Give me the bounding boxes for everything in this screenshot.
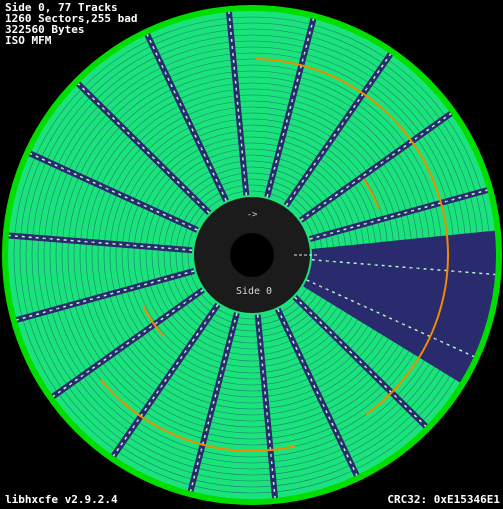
direction-arrow: -> xyxy=(247,210,258,220)
disk-info: Side 0, 77 Tracks 1260 Sectors,255 bad 3… xyxy=(5,2,137,46)
disk-map-canvas: -> Side 0 xyxy=(0,0,503,509)
crc-checksum: CRC32: 0xE15346E1 xyxy=(387,493,500,506)
encoding-text: ISO MFM xyxy=(5,34,52,47)
side-label: Side 0 xyxy=(236,286,272,297)
spindle-hole xyxy=(230,233,274,277)
library-version: libhxcfe v2.9.2.4 xyxy=(5,493,118,506)
